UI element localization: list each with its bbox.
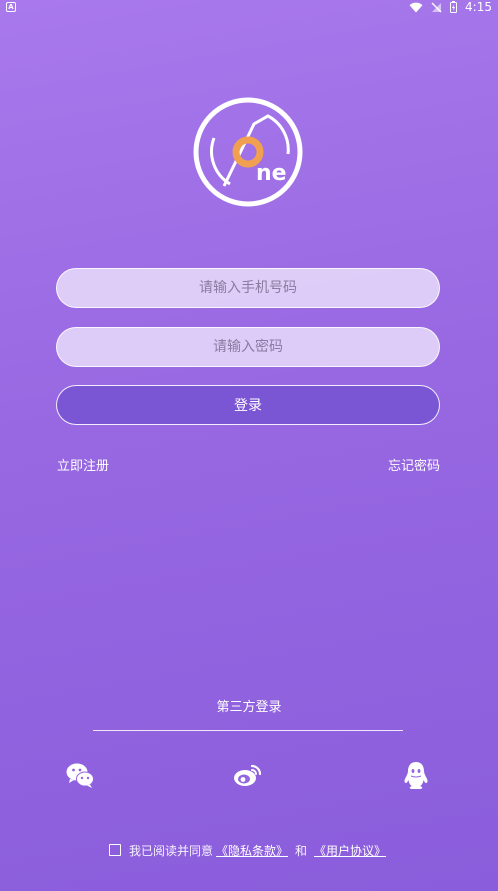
privacy-policy-link[interactable]: 《隐私条款》: [216, 842, 288, 859]
third-party-title: 第三方登录: [216, 700, 282, 715]
phone-input[interactable]: [56, 268, 440, 308]
no-signal-icon: [431, 2, 442, 12]
weibo-icon: [234, 764, 262, 786]
logo-icon: ne: [193, 97, 303, 207]
qq-login-button[interactable]: [401, 760, 431, 790]
notification-icon: A: [6, 2, 16, 12]
status-icons: 4:15: [409, 0, 492, 14]
agreement-prefix: 我已阅读并同意: [128, 843, 213, 858]
qq-icon: [404, 762, 428, 789]
logo-text: ne: [256, 161, 287, 186]
wechat-login-button[interactable]: [65, 760, 95, 790]
battery-icon: [450, 1, 458, 13]
forgot-password-link[interactable]: 忘记密码: [388, 455, 440, 474]
agreement-and-text: 和: [295, 843, 308, 858]
wifi-icon: [409, 2, 423, 12]
login-button[interactable]: 登录: [56, 385, 440, 425]
password-input[interactable]: [56, 327, 440, 367]
weibo-login-button[interactable]: [233, 760, 263, 790]
status-time: 4:15: [465, 0, 492, 14]
user-agreement-link[interactable]: 《用户协议》: [314, 842, 386, 859]
agreement-row: 我已阅读并同意 《隐私条款》 和 《用户协议》: [0, 841, 498, 859]
wechat-icon: [66, 763, 94, 788]
app-logo: ne: [192, 96, 304, 208]
login-button-label: 登录: [234, 398, 262, 414]
register-link[interactable]: 立即注册: [57, 455, 109, 474]
status-bar: A 4:15: [0, 0, 498, 14]
agreement-checkbox[interactable]: [108, 844, 121, 856]
divider: [93, 730, 403, 731]
